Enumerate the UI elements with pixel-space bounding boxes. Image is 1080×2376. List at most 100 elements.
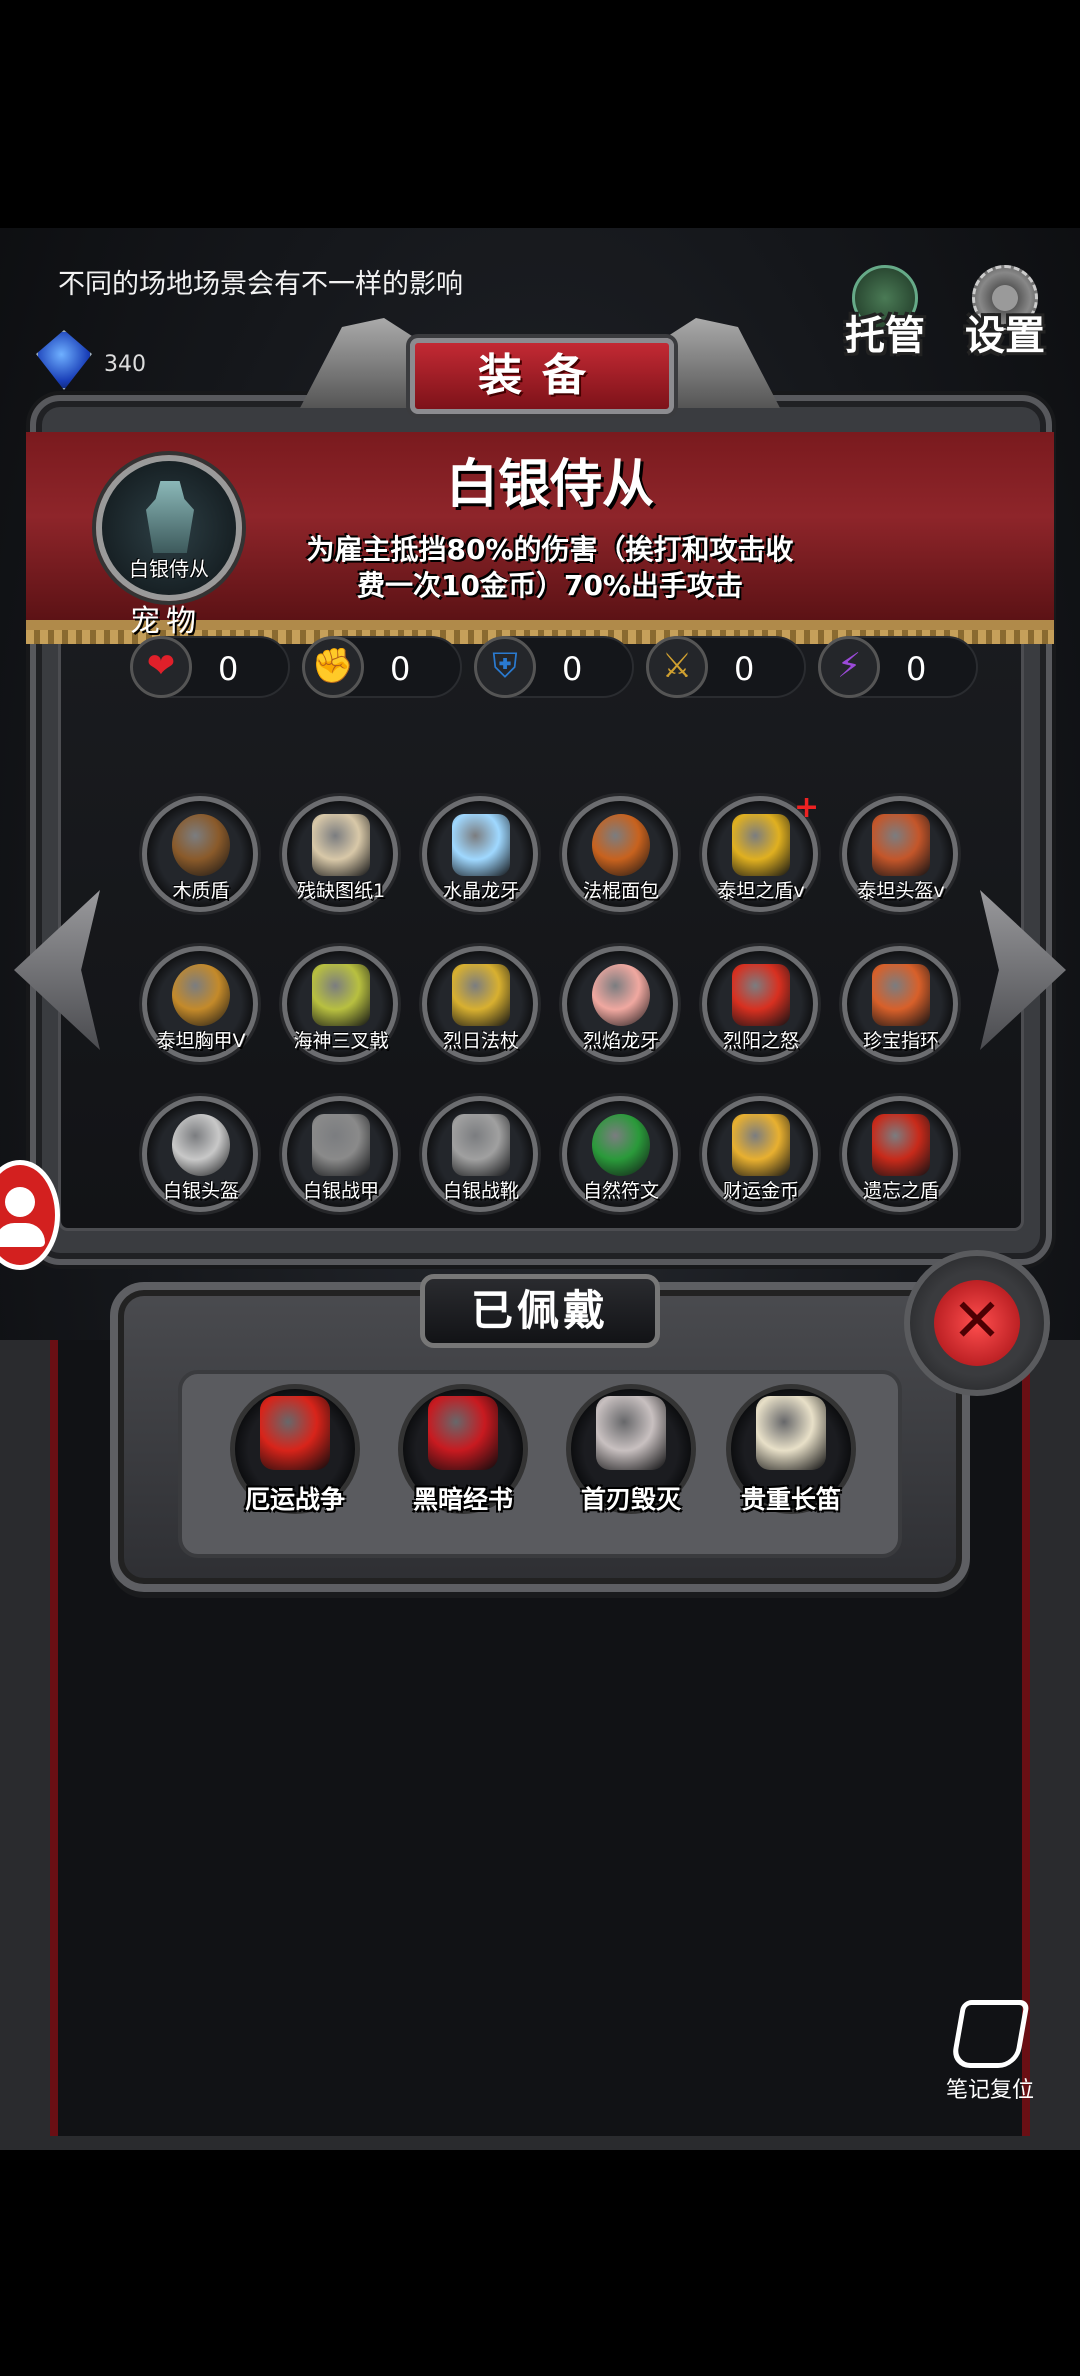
equipment-name: 烈日法杖 xyxy=(442,1030,519,1052)
equipment-name: 烈阳之怒 xyxy=(722,1030,799,1052)
equipment-slot[interactable]: 白银战甲 xyxy=(278,1096,404,1222)
equipped-item-name: 贵重长笛 xyxy=(740,1485,841,1514)
stat-4: ⚡ 0 xyxy=(818,636,978,698)
close-button[interactable]: ✕ xyxy=(904,1250,1050,1396)
equipment-art-icon xyxy=(172,1114,230,1176)
equipped-art-icon xyxy=(428,1396,498,1470)
pet-label: 宠物 xyxy=(130,604,202,639)
equipment-art-icon xyxy=(312,814,370,876)
equipment-name: 泰坦头盔v xyxy=(857,880,945,902)
equipment-slot[interactable]: 泰坦头盔v xyxy=(838,796,964,922)
equipment-slot[interactable]: 木质盾 xyxy=(138,796,264,922)
equipment-art-icon xyxy=(452,814,510,876)
auto-play-button[interactable]: 托管 xyxy=(830,265,940,365)
equipped-slot[interactable]: 贵重长笛 xyxy=(726,1384,856,1514)
equipment-art-icon xyxy=(452,964,510,1026)
stat-1: ✊ 0 xyxy=(302,636,462,698)
equipment-art-icon xyxy=(312,1114,370,1176)
equipped-art-icon xyxy=(596,1396,666,1470)
notes-reset-button[interactable]: 笔记复位 xyxy=(940,2000,1040,2110)
stat-2: ⛨ 0 xyxy=(474,636,634,698)
equipment-art-icon xyxy=(732,1114,790,1176)
equipment-name: 泰坦之盾v xyxy=(717,880,805,902)
close-icon: ✕ xyxy=(934,1280,1020,1366)
equipment-name: 白银头盔 xyxy=(162,1180,239,1202)
equipped-slot[interactable]: 首刃毁灭 xyxy=(566,1384,696,1514)
equipment-slot[interactable]: 泰坦之盾v + xyxy=(698,790,824,922)
equipment-slot[interactable]: 白银头盔 xyxy=(138,1096,264,1222)
equipped-title: 已佩戴 xyxy=(420,1274,660,1348)
equipment-name: 水晶龙牙 xyxy=(442,880,519,902)
stat-value: 0 xyxy=(906,650,927,688)
equipment-slot[interactable]: 烈日法杖 xyxy=(418,946,544,1072)
equipment-slot[interactable]: 残缺图纸1 xyxy=(278,796,404,922)
equipment-art-icon xyxy=(732,964,790,1026)
equipment-name: 海神三叉戟 xyxy=(293,1030,389,1052)
equipment-art-icon xyxy=(172,964,230,1026)
equipment-art-icon xyxy=(592,814,650,876)
settings-button[interactable]: 设置 xyxy=(950,265,1060,365)
equipment-slot[interactable]: 遗忘之盾 xyxy=(838,1096,964,1222)
equipment-slot[interactable]: 烈焰龙牙 xyxy=(558,946,684,1072)
equipment-name: 残缺图纸1 xyxy=(296,880,386,902)
notes-reset-label: 笔记复位 xyxy=(945,2078,1034,2103)
scene-hint: 不同的场地场景会有不一样的影响 xyxy=(58,269,463,300)
equipped-art-icon xyxy=(756,1396,826,1470)
equipped-slot[interactable]: 黑暗经书 xyxy=(398,1384,528,1514)
selected-item-description: 为雇主抵挡80%的伤害（挨打和攻击收 费一次10金币）70%出手攻击 xyxy=(270,532,830,604)
equipment-slot[interactable]: 泰坦胸甲V xyxy=(138,946,264,1072)
equipment-slot[interactable]: 水晶龙牙 xyxy=(418,796,544,922)
equipment-art-icon xyxy=(872,814,930,876)
panel-title-text: 装备 xyxy=(478,350,606,401)
equipment-slot[interactable]: 法棍面包 xyxy=(558,796,684,922)
equipment-art-icon xyxy=(732,814,790,876)
equipment-name: 白银战靴 xyxy=(442,1180,519,1202)
equipment-name: 法棍面包 xyxy=(582,880,659,902)
gem-count: 340 xyxy=(104,352,146,377)
equipment-name: 烈焰龙牙 xyxy=(582,1030,659,1052)
heart-icon: ❤ xyxy=(130,636,192,698)
pet-figure xyxy=(146,481,194,553)
equipment-name: 财运金币 xyxy=(722,1180,799,1202)
equipment-slot[interactable]: 财运金币 xyxy=(698,1096,824,1222)
equipped-art-icon xyxy=(260,1396,330,1470)
equipment-name: 自然符文 xyxy=(582,1180,659,1202)
equipment-name: 木质盾 xyxy=(172,880,230,902)
equipped-item-name: 厄运战争 xyxy=(244,1485,345,1514)
stat-value: 0 xyxy=(734,650,755,688)
panel-title: 装备 xyxy=(410,338,674,414)
upgrade-plus-icon: + xyxy=(794,790,820,825)
equipment-slot[interactable]: 自然符文 xyxy=(558,1096,684,1222)
description-line-1: 为雇主抵挡80%的伤害（挨打和攻击收 xyxy=(306,533,794,566)
pet-avatar[interactable]: 白银侍从 xyxy=(96,455,242,601)
equipment-name: 泰坦胸甲V xyxy=(156,1030,246,1052)
equipment-art-icon xyxy=(872,964,930,1026)
equipment-name: 白银战甲 xyxy=(302,1180,379,1202)
equipped-item-name: 黑暗经书 xyxy=(412,1485,513,1514)
lightning-icon: ⚡ xyxy=(818,636,880,698)
equipment-slot[interactable]: 烈阳之怒 xyxy=(698,946,824,1072)
equipment-art-icon xyxy=(592,964,650,1026)
equipment-slot[interactable]: 珍宝指环 xyxy=(838,946,964,1072)
stat-value: 0 xyxy=(218,650,239,688)
equipment-slot[interactable]: 海神三叉戟 xyxy=(278,946,404,1072)
stat-0: ❤ 0 xyxy=(130,636,290,698)
reset-icon xyxy=(950,2000,1030,2068)
auto-play-label: 托管 xyxy=(845,313,925,359)
equipped-slot[interactable]: 厄运战争 xyxy=(230,1384,360,1514)
equipment-art-icon xyxy=(172,814,230,876)
stat-3: ⚔ 0 xyxy=(646,636,806,698)
stat-value: 0 xyxy=(390,650,411,688)
equipment-name: 遗忘之盾 xyxy=(862,1180,939,1202)
equipped-item-name: 首刃毁灭 xyxy=(580,1485,681,1514)
equipment-art-icon xyxy=(872,1114,930,1176)
description-line-2: 费一次10金币）70%出手攻击 xyxy=(357,569,743,602)
game-screen: { "hint": "不同的场地场景会有不一样的影响", "currency":… xyxy=(0,0,1080,2376)
strength-icon: ✊ xyxy=(302,636,364,698)
equipment-art-icon xyxy=(312,964,370,1026)
armor-icon: ⛨ xyxy=(474,636,536,698)
user-icon-body xyxy=(0,1223,45,1247)
user-icon-head xyxy=(5,1187,35,1217)
sword-icon: ⚔ xyxy=(646,636,708,698)
equipment-slot[interactable]: 白银战靴 xyxy=(418,1096,544,1222)
